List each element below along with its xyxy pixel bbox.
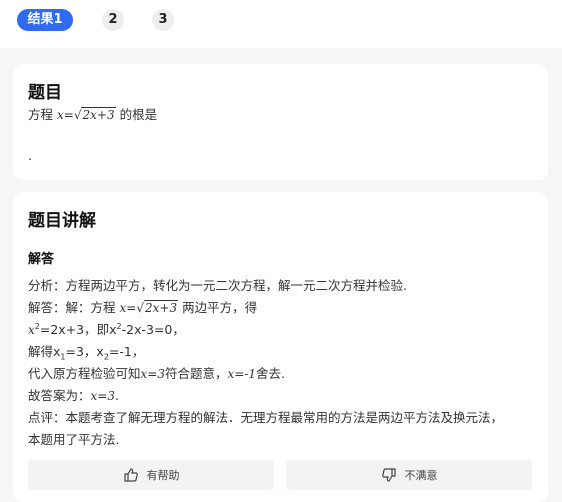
check-part-e: 舍去. — [256, 366, 285, 381]
roots-part-b: =3，x — [65, 344, 104, 359]
question-text: 方程 x=√2x+3 的根是 — [28, 104, 157, 123]
roots-part-c: =-1， — [108, 344, 145, 359]
eq-part-c: -2x-3=0， — [121, 322, 185, 337]
thumbs-up-icon — [123, 467, 139, 483]
solution-eq-lhs: x= — [119, 301, 137, 315]
tab-result-3[interactable]: 3 — [152, 9, 174, 31]
final-part-b: x=3 — [90, 389, 115, 403]
solution-line-3: 解得x1=3，x2=-1， — [28, 341, 144, 362]
result-tab-bar: 结果1 2 3 — [0, 0, 562, 48]
question-card: 题目 方程 x=√2x+3 的根是 . — [13, 64, 548, 180]
solution-suffix: 两边平方，得 — [182, 300, 258, 315]
comment-line-1: 点评：本题考查了解无理方程的解法．无理方程最常用的方法是两边平方法及换元法， — [28, 410, 504, 425]
answer-heading: 解答 — [28, 252, 55, 267]
solution-line-1: 解答：解：方程 x=√2x+3 两边平方，得 — [28, 297, 257, 316]
question-suffix: 的根是 — [119, 107, 158, 122]
solution-line-2: x2=2x+3，即x2-2x-3=0， — [28, 319, 185, 338]
radical-sign: √ — [136, 301, 144, 315]
check-part-c: 符合题意， — [164, 366, 228, 381]
final-part-a: 故答案为： — [28, 388, 91, 403]
question-eq-lhs: x= — [57, 108, 74, 122]
eq-part-b: =2x+3，即x — [39, 322, 117, 337]
analysis-line: 分析：方程两边平方，转化为一元二次方程，解一元二次方程并检验. — [28, 278, 407, 293]
helpful-label: 有帮助 — [146, 469, 180, 482]
unsatisfied-label: 不满意 — [404, 469, 438, 482]
solution-radicand: 2x+3 — [143, 300, 179, 315]
comment-line-2: 本题用了平方法. — [28, 432, 120, 447]
final-answer-line: 故答案为：x=3. — [28, 385, 119, 404]
solution-line-4: 代入原方程检验可知x=3符合题意，x=-1舍去. — [28, 363, 285, 382]
final-part-c: . — [114, 388, 119, 403]
explanation-title: 题目讲解 — [28, 211, 96, 231]
explanation-card: 题目讲解 解答 分析：方程两边平方，转化为一元二次方程，解一元二次方程并检验. … — [13, 192, 548, 502]
thumbs-down-icon — [381, 467, 397, 483]
question-blank: . — [28, 148, 32, 163]
unsatisfied-button[interactable]: 不满意 — [286, 460, 532, 490]
question-title: 题目 — [28, 83, 62, 103]
eq-part-a: x — [28, 323, 35, 337]
helpful-button[interactable]: 有帮助 — [28, 460, 274, 490]
tab-result-2[interactable]: 2 — [102, 9, 124, 31]
tab-result-1[interactable]: 结果1 — [17, 9, 73, 31]
check-part-d: x=-1 — [227, 367, 257, 381]
check-part-b: x=3 — [140, 367, 165, 381]
roots-part-a: 解得x — [28, 344, 61, 359]
question-prefix: 方程 — [28, 107, 54, 122]
check-part-a: 代入原方程检验可知 — [28, 366, 141, 381]
solution-prefix: 解答：解：方程 — [28, 300, 116, 315]
question-radicand: 2x+3 — [81, 107, 116, 122]
